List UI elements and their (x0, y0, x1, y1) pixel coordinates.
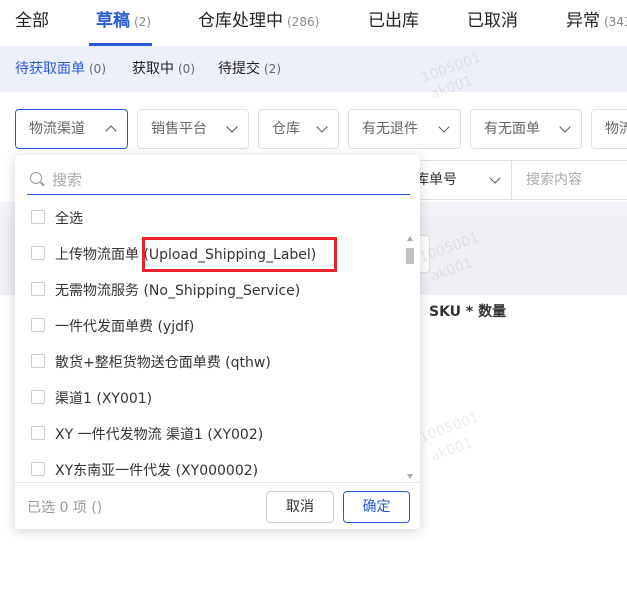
filter-warehouse[interactable]: 仓库 (258, 109, 339, 149)
chevron-down-icon (438, 121, 450, 133)
option-select-all[interactable]: 全选 (31, 200, 401, 236)
tab-all[interactable]: 全部 (15, 0, 53, 46)
filter-logistics-channel[interactable]: 物流渠道 (15, 109, 128, 149)
subtab-pending-submit[interactable]: 待提交 (2) (218, 46, 281, 92)
option-xy002[interactable]: XY 一件代发物流 渠道1 (XY002) (31, 416, 401, 452)
option-qthw[interactable]: 散货+整柜货物送仓面单费 (qthw) (31, 344, 401, 380)
option-no-shipping-service[interactable]: 无需物流服务 (No_Shipping_Service) (31, 272, 401, 308)
subtab-awaiting-label[interactable]: 待获取面单 (0) (15, 46, 106, 92)
dropdown-scrollbar[interactable] (406, 236, 414, 479)
chevron-up-icon (105, 125, 117, 137)
option-xy000002[interactable]: XY东南亚一件代发 (XY000002) (31, 452, 401, 482)
search-icon (30, 172, 42, 184)
filter-sales-platform[interactable]: 销售平台 (137, 109, 249, 149)
chevron-down-icon (226, 121, 238, 133)
scroll-up-icon[interactable] (407, 236, 413, 241)
highlight-box (142, 237, 337, 272)
tab-exception[interactable]: 异常(343 (566, 0, 627, 46)
chevron-down-icon (559, 121, 571, 133)
confirm-button[interactable]: 确定 (343, 491, 410, 523)
checkbox[interactable] (31, 426, 45, 440)
scroll-down-icon[interactable] (407, 474, 413, 479)
scroll-thumb[interactable] (406, 248, 414, 264)
filter-logistics[interactable]: 物流 (591, 109, 627, 149)
tab-processing[interactable]: 仓库处理中 (286) (198, 0, 319, 46)
column-sku-quantity: SKU * 数量 (429, 304, 507, 320)
checkbox[interactable] (31, 318, 45, 332)
search-content-input[interactable]: 搜索内容 (511, 160, 627, 200)
filter-has-return[interactable]: 有无退件 (348, 109, 461, 149)
tab-cancelled[interactable]: 已取消 (467, 0, 522, 46)
chevron-down-icon (316, 121, 328, 133)
option-yjdf[interactable]: 一件代发面单费 (yjdf) (31, 308, 401, 344)
checkbox[interactable] (31, 282, 45, 296)
checkbox[interactable] (31, 354, 45, 368)
checkbox[interactable] (31, 246, 45, 260)
tab-draft[interactable]: 草稿 (2) (96, 0, 151, 46)
filter-has-label[interactable]: 有无面单 (470, 109, 582, 149)
logistics-channel-dropdown: 搜索 全选 上传物流面单 (Upload_Shipping_Label) 无需物… (15, 155, 420, 529)
sub-status-tabs: 待获取面单 (0) 获取中 (0) 待提交 (2) (0, 46, 627, 92)
cancel-button[interactable]: 取消 (266, 491, 334, 523)
option-xy001[interactable]: 渠道1 (XY001) (31, 380, 401, 416)
dropdown-search-input[interactable]: 搜索 (27, 165, 410, 195)
checkbox[interactable] (31, 462, 45, 476)
dropdown-footer: 已选 0 项 () 取消 确定 (15, 482, 420, 529)
checkbox[interactable] (31, 210, 45, 224)
tab-shipped[interactable]: 已出库 (368, 0, 423, 46)
selected-count: 已选 0 项 () (27, 500, 103, 516)
chevron-down-icon (489, 172, 501, 184)
subtab-fetching[interactable]: 获取中 (0) (132, 46, 195, 92)
checkbox[interactable] (31, 390, 45, 404)
status-tabs: 全部 草稿(2) 仓库处理中(286) 已出库 已取消 异常(343 (0, 0, 627, 46)
